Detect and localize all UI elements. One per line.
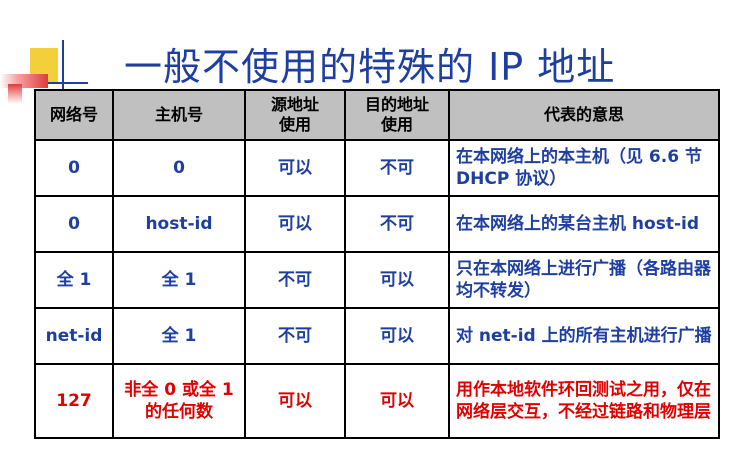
cell-source: 不可 bbox=[244, 251, 346, 309]
cell-network: 全 1 bbox=[34, 251, 114, 309]
table-row: 0 host-id 可以 不可 在本网络上的某台主机 host-id bbox=[34, 195, 720, 253]
cell-destination: 可以 bbox=[344, 307, 450, 365]
cell-source: 可以 bbox=[244, 363, 346, 439]
header-network-number: 网络号 bbox=[34, 89, 114, 141]
cell-meaning: 对 net-id 上的所有主机进行广播 bbox=[448, 307, 720, 365]
header-meaning: 代表的意思 bbox=[448, 89, 720, 141]
cell-destination: 可以 bbox=[344, 363, 450, 439]
cell-network: 127 bbox=[34, 363, 114, 439]
cell-source: 不可 bbox=[244, 307, 346, 365]
cell-host: 全 1 bbox=[112, 307, 246, 365]
cell-network: 0 bbox=[34, 195, 114, 253]
cell-host: 0 bbox=[112, 139, 246, 197]
cell-meaning: 只在本网络上进行广播（各路由器均不转发） bbox=[448, 251, 720, 309]
cell-meaning: 在本网络上的某台主机 host-id bbox=[448, 195, 720, 253]
slide-title: 一般不使用的特殊的 IP 地址 bbox=[124, 45, 616, 89]
decorative-vertical-line bbox=[62, 40, 64, 92]
table-header-row: 网络号 主机号 源地址 使用 目的地址 使用 代表的意思 bbox=[34, 89, 720, 141]
table-row: 全 1 全 1 不可 可以 只在本网络上进行广播（各路由器均不转发） bbox=[34, 251, 720, 309]
decorative-red-bar-vertical bbox=[8, 84, 22, 104]
cell-meaning: 用作本地软件环回测试之用，仅在网络层交互，不经过链路和物理层 bbox=[448, 363, 720, 439]
cell-host: host-id bbox=[112, 195, 246, 253]
cell-source: 可以 bbox=[244, 195, 346, 253]
header-source-use: 源地址 使用 bbox=[244, 89, 346, 141]
cell-destination: 可以 bbox=[344, 251, 450, 309]
table-row: net-id 全 1 不可 可以 对 net-id 上的所有主机进行广播 bbox=[34, 307, 720, 365]
table-row: 0 0 可以 不可 在本网络上的本主机（见 6.6 节 DHCP 协议） bbox=[34, 139, 720, 197]
cell-network: net-id bbox=[34, 307, 114, 365]
decorative-horizontal-line bbox=[48, 82, 88, 84]
cell-host: 全 1 bbox=[112, 251, 246, 309]
header-destination-use: 目的地址 使用 bbox=[344, 89, 450, 141]
cell-source: 可以 bbox=[244, 139, 346, 197]
header-host-number: 主机号 bbox=[112, 89, 246, 141]
cell-destination: 不可 bbox=[344, 139, 450, 197]
cell-host: 非全 0 或全 1 的任何数 bbox=[112, 363, 246, 439]
table-row-loopback: 127 非全 0 或全 1 的任何数 可以 可以 用作本地软件环回测试之用，仅在… bbox=[34, 363, 720, 439]
cell-network: 0 bbox=[34, 139, 114, 197]
cell-destination: 不可 bbox=[344, 195, 450, 253]
special-ip-table: 网络号 主机号 源地址 使用 目的地址 使用 代表的意思 0 0 可以 不可 在… bbox=[34, 89, 720, 439]
cell-meaning: 在本网络上的本主机（见 6.6 节 DHCP 协议） bbox=[448, 139, 720, 197]
